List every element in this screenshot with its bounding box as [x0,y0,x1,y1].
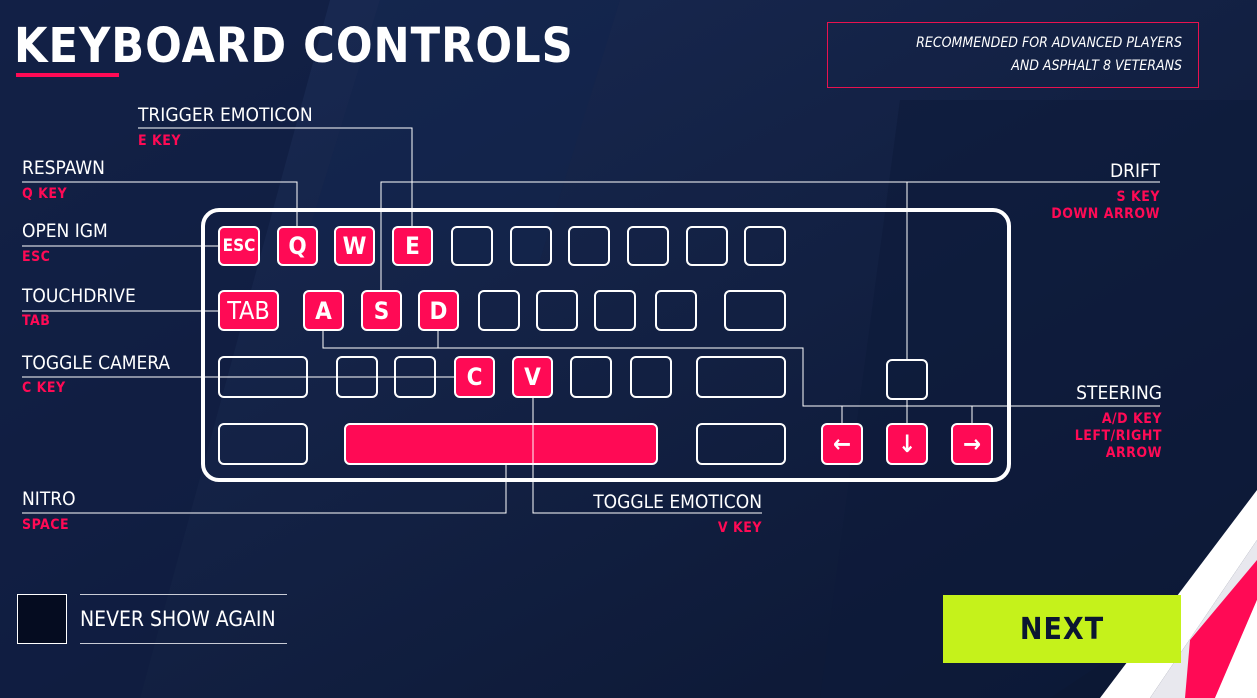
label-touchdrive: TOUCHDRIVE [22,285,136,307]
sublabel-touchdrive: TAB [22,313,51,329]
label-open-igm: OPEN IGM [22,220,108,242]
sublabel-nitro: SPACE [22,517,70,533]
sublabel-respawn: Q KEY [22,186,68,202]
next-button[interactable]: NEXT [943,595,1181,663]
sublabel-open-igm: ESC [22,249,51,265]
sublabel-toggle-emoticon: V KEY [717,520,762,536]
sublabel-drift-1: S KEY [1116,189,1160,205]
label-respawn: RESPAWN [22,157,105,179]
sublabel-drift-2: DOWN ARROW [1051,206,1160,222]
label-steering: STEERING [1076,382,1162,404]
label-nitro: NITRO [22,488,76,510]
sublabel-trigger-emoticon: E KEY [138,133,181,149]
sublabel-steering-2: LEFT/RIGHT [1074,428,1162,444]
label-toggle-camera: TOGGLE CAMERA [22,352,171,374]
label-drift: DRIFT [1109,160,1160,182]
label-trigger-emoticon: TRIGGER EMOTICON [138,104,313,126]
never-show-checkbox[interactable] [17,594,67,644]
sublabel-toggle-camera: C KEY [22,380,66,396]
sublabel-steering-3: ARROW [1105,445,1162,461]
label-toggle-emoticon: TOGGLE EMOTICON [593,491,762,513]
sublabel-steering-1: A/D KEY [1101,411,1162,427]
never-show-label[interactable]: NEVER SHOW AGAIN [80,594,287,644]
